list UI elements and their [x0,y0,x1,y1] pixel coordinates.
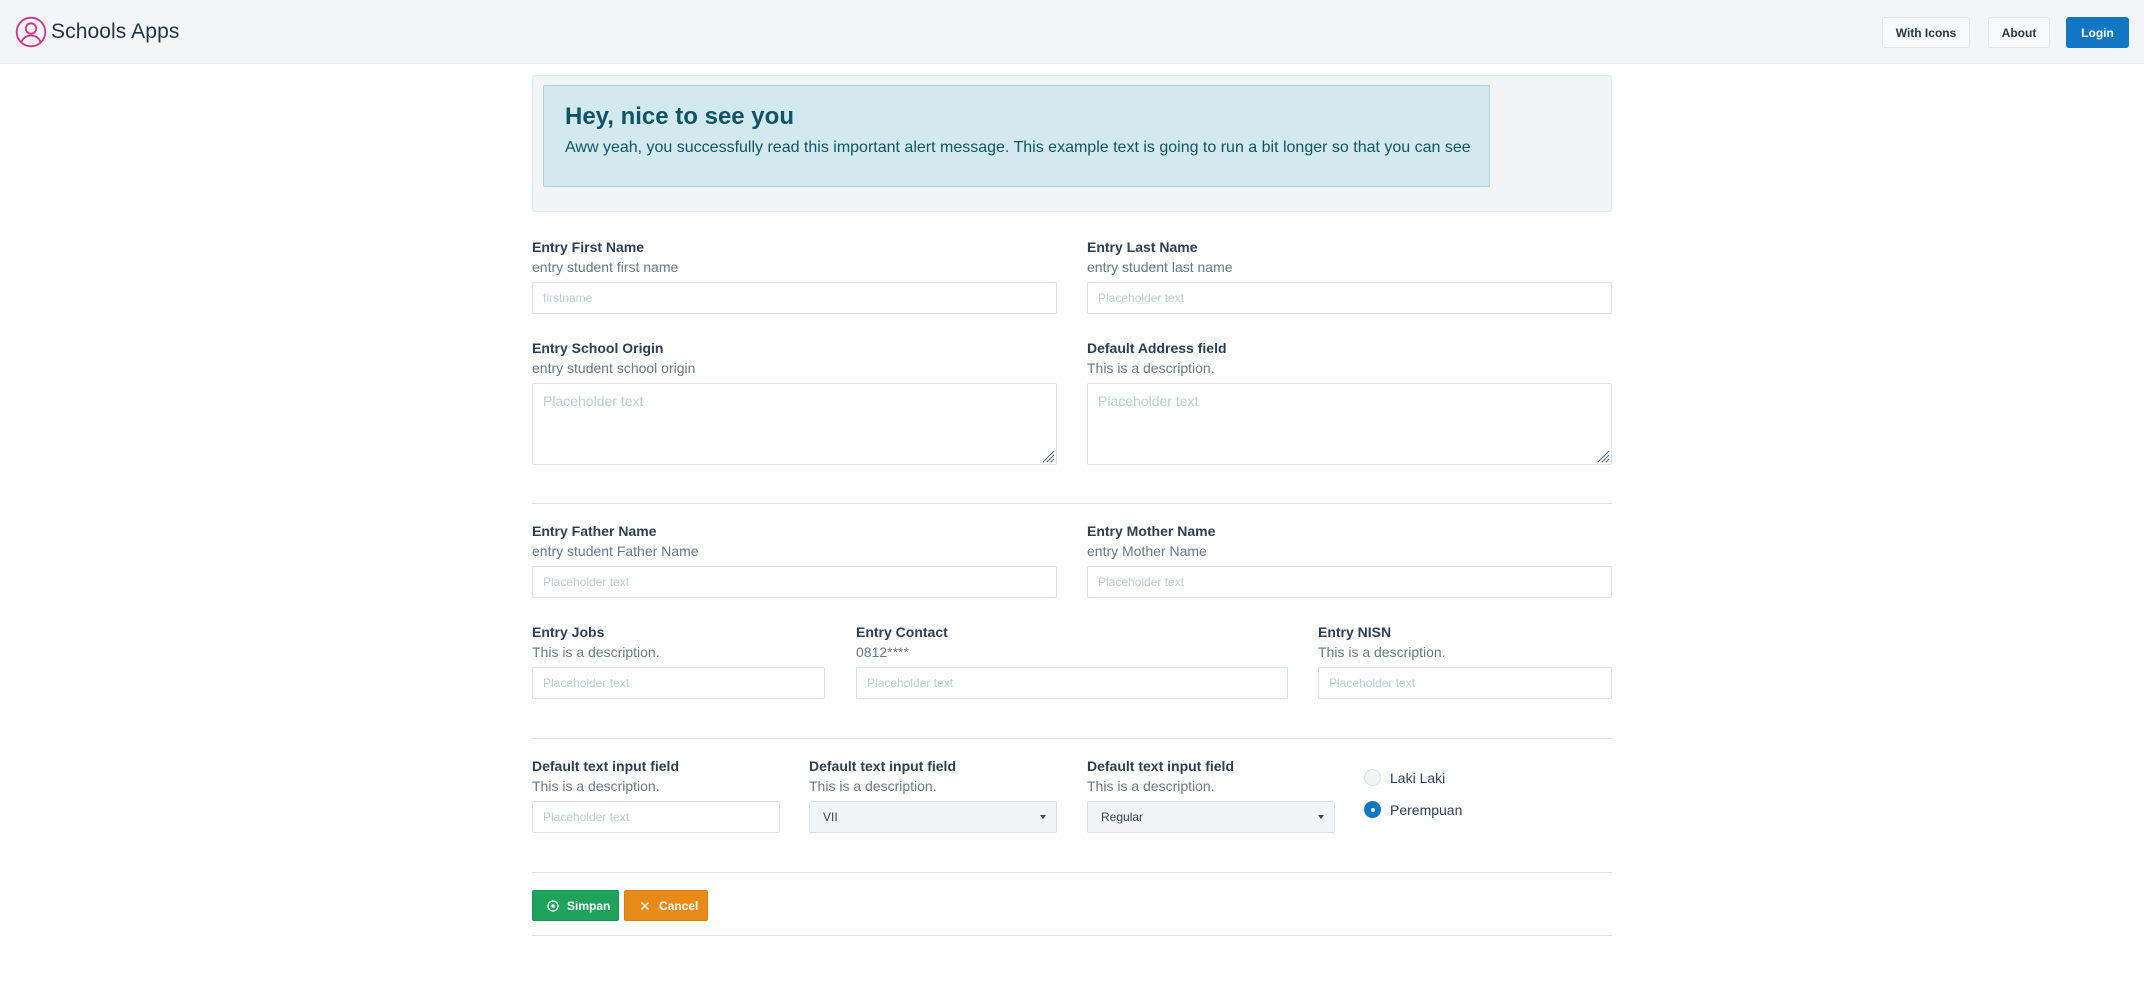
plus-circle-icon [547,899,559,912]
program-select-description: This is a description. [1087,778,1215,794]
mother-name-description: entry Mother Name [1087,543,1207,559]
alert-container: Hey, nice to see you Aww yeah, you succe… [532,75,1612,212]
father-name-input[interactable] [532,566,1057,598]
first-name-label: Entry First Name [532,239,645,255]
close-icon [639,900,651,912]
nisn-label: Entry NISN [1318,624,1392,640]
section-divider [532,738,1612,739]
info-alert: Hey, nice to see you Aww yeah, you succe… [543,85,1490,187]
gender-option-perempuan[interactable]: Perempuan [1364,801,1462,818]
radio-label: Perempuan [1390,801,1463,818]
father-name-description: entry student Father Name [532,543,699,559]
father-name-label: Entry Father Name [532,523,657,539]
program-select[interactable]: Regular [1087,801,1335,833]
address-description: This is a description. [1087,360,1215,376]
class-select-label: Default text input field [809,758,956,774]
user-circle-icon [15,16,47,48]
brand[interactable]: Schools Apps [15,16,179,48]
text-input[interactable] [532,801,780,833]
mother-name-input[interactable] [1087,566,1612,598]
chevron-down-icon [1040,815,1046,819]
with-icons-button[interactable]: With Icons [1882,17,1970,48]
class-select-description: This is a description. [809,778,937,794]
alert-message: Aww yeah, you successfully read this imp… [565,139,1471,156]
school-origin-textarea[interactable] [532,383,1057,465]
login-button[interactable]: Login [2066,17,2129,48]
school-origin-label: Entry School Origin [532,340,664,356]
nisn-input[interactable] [1318,667,1612,699]
gender-option-laki-laki[interactable]: Laki Laki [1364,769,1445,786]
text-field-label: Default text input field [532,758,679,774]
radio-button[interactable] [1364,769,1381,786]
brand-title: Schools Apps [51,20,180,43]
address-label: Default Address field [1087,340,1227,356]
last-name-input[interactable] [1087,282,1612,314]
address-textarea[interactable] [1087,383,1612,465]
first-name-input[interactable] [532,282,1057,314]
last-name-label: Entry Last Name [1087,239,1198,255]
program-select-value: Regular [1101,810,1144,824]
mother-name-label: Entry Mother Name [1087,523,1216,539]
last-name-description: entry student last name [1087,259,1233,275]
program-select-label: Default text input field [1087,758,1234,774]
radio-button[interactable] [1364,801,1381,818]
contact-label: Entry Contact [856,624,948,640]
save-button-label: Simpan [567,898,611,913]
text-field-description: This is a description. [532,778,660,794]
top-navbar: Schools Apps With Icons About Login [0,0,2144,64]
school-origin-description: entry student school origin [532,360,696,376]
radio-label: Laki Laki [1390,769,1446,786]
class-select-value: VII [823,810,838,824]
section-divider [532,935,1612,936]
jobs-input[interactable] [532,667,825,699]
section-divider [532,503,1612,504]
jobs-label: Entry Jobs [532,624,605,640]
contact-description: 0812**** [856,644,909,660]
cancel-button[interactable]: Cancel [624,890,708,921]
save-button[interactable]: Simpan [532,890,619,921]
jobs-description: This is a description. [532,644,660,660]
alert-title: Hey, nice to see you [565,103,794,130]
nisn-description: This is a description. [1318,644,1446,660]
class-select[interactable]: VII [809,801,1057,833]
contact-input[interactable] [856,667,1288,699]
cancel-button-label: Cancel [659,898,699,913]
section-divider [532,872,1612,873]
first-name-description: entry student first name [532,259,679,275]
about-button[interactable]: About [1988,17,2050,48]
chevron-down-icon [1318,815,1324,819]
